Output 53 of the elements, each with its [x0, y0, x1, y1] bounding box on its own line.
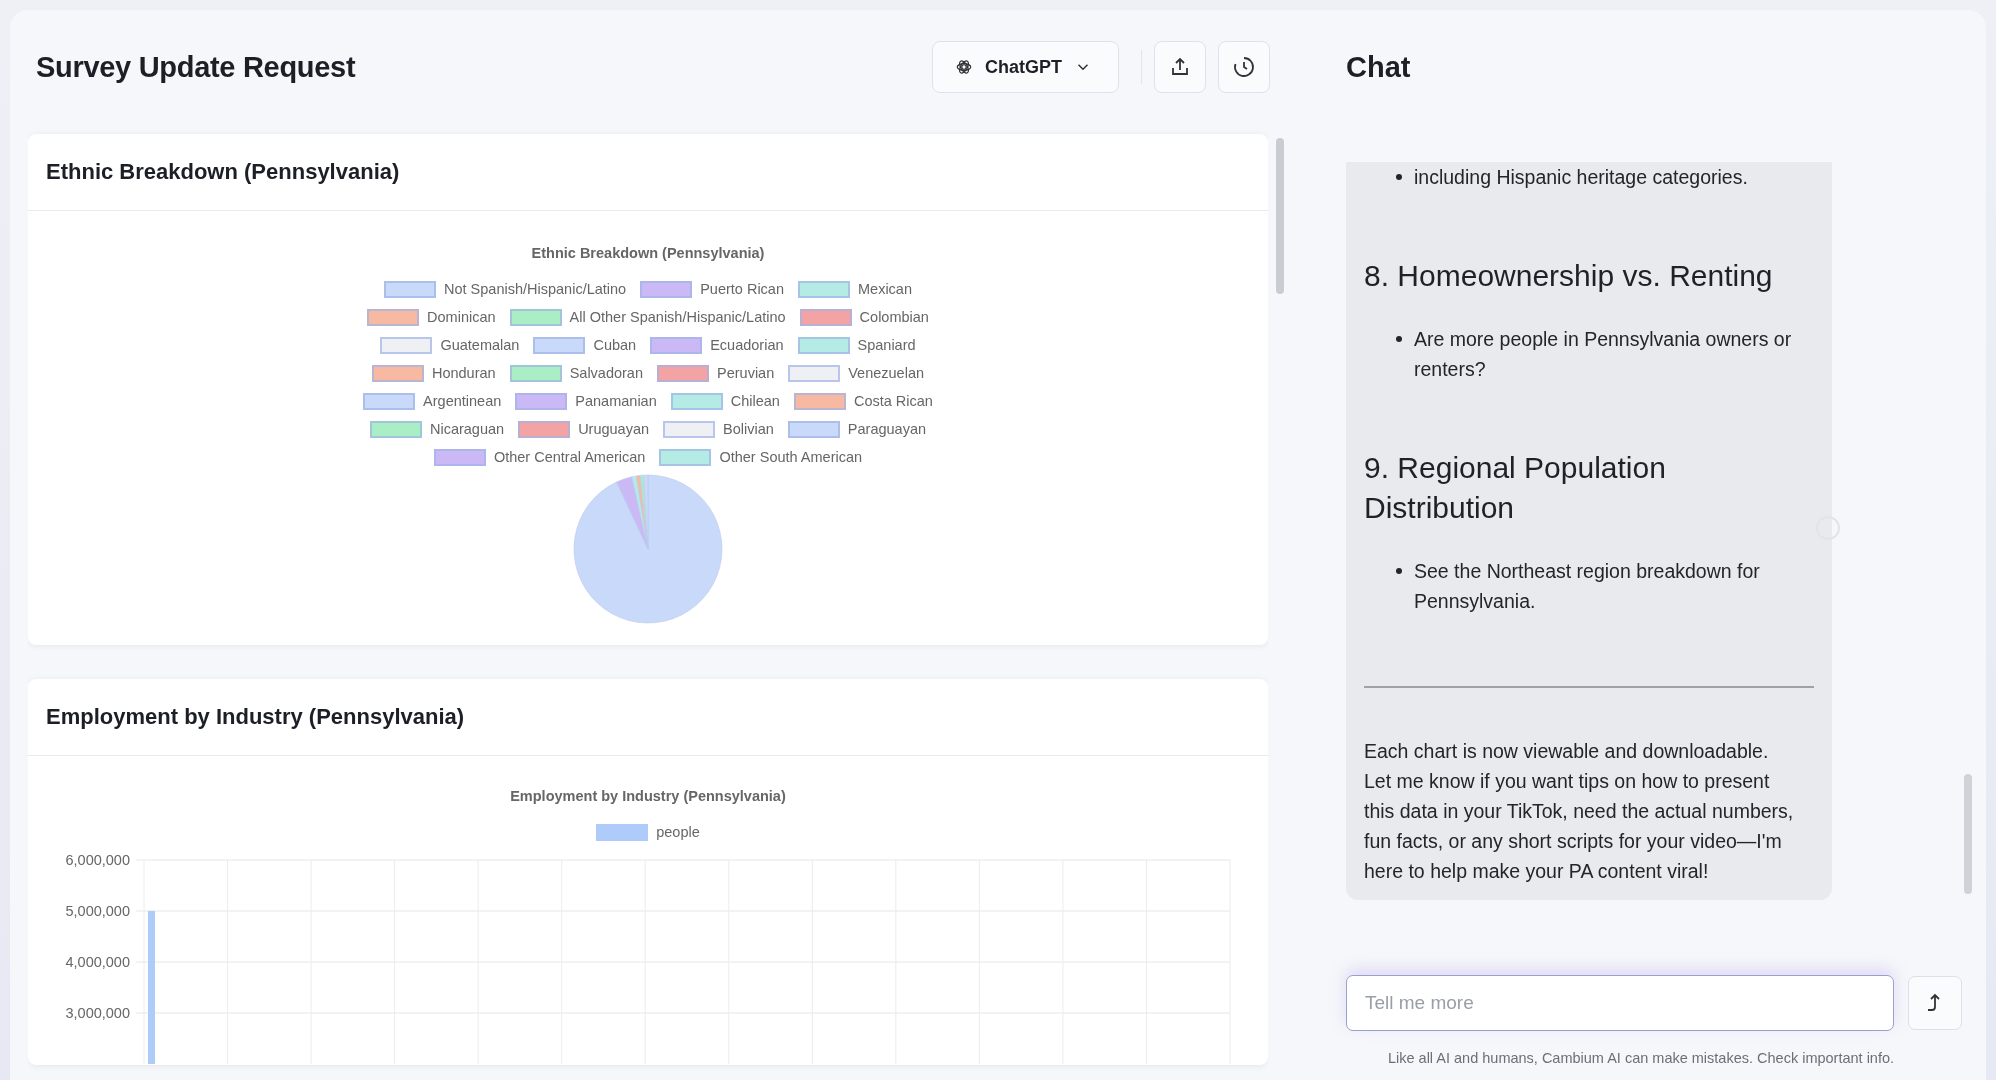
scrollbar-thumb[interactable]	[1964, 774, 1972, 894]
chat-bullet-text: See the Northeast region breakdown for Pennsylvania.	[1414, 559, 1761, 614]
legend-item[interactable]: Puerto Rican	[640, 279, 784, 299]
legend-item[interactable]: Venezuelan	[788, 363, 925, 383]
legend-item[interactable]: Chilean	[670, 391, 780, 411]
legend-item[interactable]: Colombian	[799, 307, 929, 327]
legend-item[interactable]: Paraguayan	[787, 419, 927, 439]
share-button[interactable]	[1154, 41, 1206, 93]
legend-item[interactable]: Dominican	[367, 307, 496, 327]
legend-item[interactable]: Honduran	[371, 363, 496, 383]
legend-item[interactable]: All Other Spanish/Hispanic/Latino	[509, 307, 786, 327]
chat-bullet-text: including Hispanic heritage categories.	[1414, 165, 1748, 190]
disclaimer-text: Like all AI and humans, Cambium AI can make mistakes. Check important info.	[1386, 1049, 1896, 1068]
chat-title: Chat	[1346, 49, 1412, 85]
legend-item[interactable]: Costa Rican	[793, 391, 933, 411]
chat-bullet-text: Are more people in Pennsylvania owners or renters?	[1414, 327, 1793, 382]
legend-item[interactable]: Ecuadorian	[650, 335, 784, 355]
legend-item[interactable]: Mexican	[798, 279, 912, 299]
legend-item[interactable]: Uruguayan	[518, 419, 650, 439]
legend-item[interactable]: Bolivian	[663, 419, 774, 439]
chat-input-field[interactable]: Tell me more	[1346, 975, 1894, 1031]
card-title: Ethnic Breakdown (Pennsylvania)	[46, 159, 400, 185]
card-title: Employment by Industry (Pennsylvania)	[46, 704, 465, 730]
legend-item[interactable]: Nicaraguan	[369, 419, 505, 439]
send-button[interactable]	[1908, 976, 1962, 1030]
bullet-icon	[1396, 174, 1402, 180]
legend-item[interactable]: people	[596, 822, 700, 842]
legend-item[interactable]: Salvadoran	[509, 363, 643, 383]
model-dropdown[interactable]: ChatGPT	[932, 41, 1119, 93]
axis-tick-label: 6,000,000	[65, 852, 130, 868]
legend-item[interactable]: Guatemalan	[380, 335, 520, 355]
legend-item[interactable]: Spaniard	[797, 335, 916, 355]
legend-item[interactable]: Other Central American	[433, 447, 646, 467]
legend-item[interactable]: Cuban	[533, 335, 637, 355]
axis-tick-label: 5,000,000	[65, 903, 130, 919]
legend-item[interactable]: Other South American	[659, 447, 863, 467]
chat-heading: 8. Homeownership vs. Renting	[1364, 258, 1774, 294]
history-icon	[1232, 55, 1256, 79]
chart-title: Employment by Industry (Pennsylvania)	[509, 788, 787, 804]
history-button[interactable]	[1218, 41, 1270, 93]
chat-paragraph: Each chart is now viewable and downloadable. Let me know if you want tips on how to present this data in your TikTok, need the actual numbers, fun facts, or any short scripts for your video—I'm here to help make your PA content viral!	[1364, 739, 1795, 884]
scrollbar-thumb[interactable]	[1276, 138, 1284, 294]
axis-tick-label: 3,000,000	[65, 1005, 130, 1021]
legend-item[interactable]: Panamanian	[515, 391, 657, 411]
chat-heading: 9. Regional Population Distribution	[1364, 450, 1667, 526]
legend-item[interactable]: Peruvian	[657, 363, 775, 383]
bullet-icon	[1396, 336, 1402, 342]
legend-item[interactable]: Argentinean	[363, 391, 502, 411]
bullet-icon	[1396, 568, 1402, 574]
page-title: Survey Update Request	[36, 50, 357, 84]
chart-title: Ethnic Breakdown (Pennsylvania)	[530, 245, 766, 261]
legend-item[interactable]: Not Spanish/Hispanic/Latino	[384, 279, 627, 299]
axis-tick-label: 4,000,000	[65, 954, 130, 970]
